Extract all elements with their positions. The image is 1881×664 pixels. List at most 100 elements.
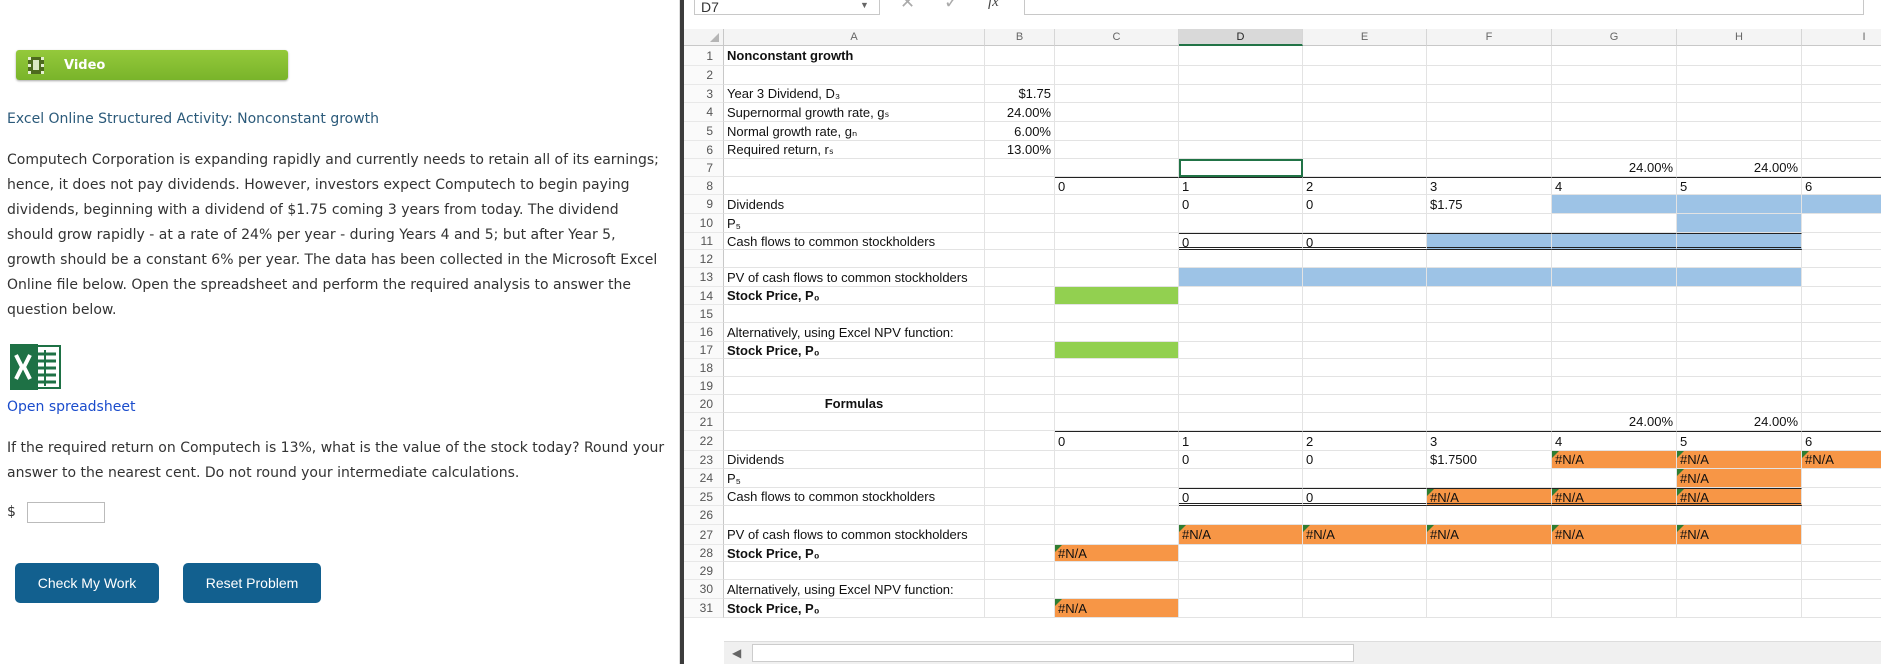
cell-e15[interactable] — [1303, 305, 1427, 323]
cell-g3[interactable] — [1552, 85, 1677, 103]
cell-b4[interactable]: 24.00% — [985, 103, 1055, 122]
cell-e7[interactable] — [1303, 159, 1427, 177]
cell-e26[interactable] — [1303, 506, 1427, 525]
column-header-a[interactable]: A — [724, 29, 985, 46]
cell-d14[interactable] — [1179, 287, 1303, 305]
cell-e17[interactable] — [1303, 342, 1427, 359]
cell-i28[interactable] — [1802, 545, 1881, 562]
row-header-4[interactable]: 4 — [684, 103, 724, 122]
cell-h19[interactable] — [1677, 377, 1802, 395]
cell-b18[interactable] — [985, 359, 1055, 377]
cell-g26[interactable] — [1552, 506, 1677, 525]
cell-g9[interactable] — [1552, 195, 1677, 214]
cell-e25[interactable]: 0 — [1303, 488, 1427, 506]
cell-i18[interactable] — [1802, 359, 1881, 377]
cell-a27[interactable]: PV of cash flows to common stockholders — [724, 525, 985, 545]
cell-h13[interactable] — [1677, 268, 1802, 287]
cell-e1[interactable] — [1303, 46, 1427, 66]
cell-c8[interactable]: 0 — [1055, 177, 1179, 195]
row-header-16[interactable]: 16 — [684, 323, 724, 342]
column-header-g[interactable]: G — [1552, 29, 1677, 46]
column-header-c[interactable]: C — [1055, 29, 1179, 46]
cell-e3[interactable] — [1303, 85, 1427, 103]
cell-a5[interactable]: Normal growth rate, gₙ — [724, 122, 985, 141]
cell-a18[interactable] — [724, 359, 985, 377]
cell-c14[interactable] — [1055, 287, 1179, 305]
cell-b17[interactable] — [985, 342, 1055, 359]
cell-h29[interactable] — [1677, 562, 1802, 580]
cell-i20[interactable] — [1802, 395, 1881, 413]
cell-b9[interactable] — [985, 195, 1055, 214]
cell-a8[interactable] — [724, 177, 985, 195]
row-header-1[interactable]: 1 — [684, 46, 724, 66]
cell-e16[interactable] — [1303, 323, 1427, 342]
cell-d29[interactable] — [1179, 562, 1303, 580]
cell-i14[interactable] — [1802, 287, 1881, 305]
cell-a4[interactable]: Supernormal growth rate, gₛ — [724, 103, 985, 122]
cell-c30[interactable] — [1055, 580, 1179, 599]
check-icon[interactable]: ✓ — [944, 0, 959, 13]
cell-g24[interactable] — [1552, 469, 1677, 488]
select-all-corner[interactable] — [684, 29, 724, 46]
cell-c24[interactable] — [1055, 469, 1179, 488]
cell-g27[interactable]: #N/A — [1552, 525, 1677, 545]
cell-f17[interactable] — [1427, 342, 1552, 359]
cell-a25[interactable]: Cash flows to common stockholders — [724, 488, 985, 506]
cell-b25[interactable] — [985, 488, 1055, 506]
cell-g22[interactable]: 4 — [1552, 431, 1677, 451]
cell-i22[interactable]: 6 — [1802, 431, 1881, 451]
cell-a6[interactable]: Required return, rₛ — [724, 141, 985, 159]
cell-c19[interactable] — [1055, 377, 1179, 395]
cell-f16[interactable] — [1427, 323, 1552, 342]
cell-e11[interactable]: 0 — [1303, 233, 1427, 250]
column-header-e[interactable]: E — [1303, 29, 1427, 46]
cell-f28[interactable] — [1427, 545, 1552, 562]
cell-c21[interactable] — [1055, 413, 1179, 431]
row-header-10[interactable]: 10 — [684, 214, 724, 233]
cell-d22[interactable]: 1 — [1179, 431, 1303, 451]
row-header-28[interactable]: 28 — [684, 545, 724, 562]
cell-f29[interactable] — [1427, 562, 1552, 580]
horizontal-scrollbar[interactable]: ◀ — [724, 641, 1881, 664]
cell-b19[interactable] — [985, 377, 1055, 395]
video-button[interactable]: Video — [16, 50, 288, 80]
cell-a16[interactable]: Alternatively, using Excel NPV function: — [724, 323, 985, 342]
cell-a31[interactable]: Stock Price, P₀ — [724, 599, 985, 618]
cell-f24[interactable] — [1427, 469, 1552, 488]
cell-a26[interactable] — [724, 506, 985, 525]
cell-f1[interactable] — [1427, 46, 1552, 66]
cell-f23[interactable]: $1.7500 — [1427, 451, 1552, 469]
cell-i19[interactable] — [1802, 377, 1881, 395]
cell-h11[interactable] — [1677, 233, 1802, 250]
cell-b23[interactable] — [985, 451, 1055, 469]
cell-g15[interactable] — [1552, 305, 1677, 323]
scroll-thumb[interactable] — [752, 644, 1354, 662]
cell-d28[interactable] — [1179, 545, 1303, 562]
cell-g1[interactable] — [1552, 46, 1677, 66]
cell-h1[interactable] — [1677, 46, 1802, 66]
cell-a11[interactable]: Cash flows to common stockholders — [724, 233, 985, 250]
cell-b3[interactable]: $1.75 — [985, 85, 1055, 103]
cell-i26[interactable] — [1802, 506, 1881, 525]
cell-a12[interactable] — [724, 250, 985, 268]
cell-e28[interactable] — [1303, 545, 1427, 562]
cell-g23[interactable]: #N/A — [1552, 451, 1677, 469]
cell-e14[interactable] — [1303, 287, 1427, 305]
row-header-3[interactable]: 3 — [684, 85, 724, 103]
cell-h23[interactable]: #N/A — [1677, 451, 1802, 469]
cell-h22[interactable]: 5 — [1677, 431, 1802, 451]
cell-f15[interactable] — [1427, 305, 1552, 323]
cell-i29[interactable] — [1802, 562, 1881, 580]
cell-b20[interactable] — [985, 395, 1055, 413]
cell-d21[interactable] — [1179, 413, 1303, 431]
row-header-26[interactable]: 26 — [684, 506, 724, 525]
cell-d3[interactable] — [1179, 85, 1303, 103]
cell-c3[interactable] — [1055, 85, 1179, 103]
cell-f3[interactable] — [1427, 85, 1552, 103]
cell-g11[interactable] — [1552, 233, 1677, 250]
cell-h26[interactable] — [1677, 506, 1802, 525]
cell-g21[interactable]: 24.00% — [1552, 413, 1677, 431]
cell-e13[interactable] — [1303, 268, 1427, 287]
column-header-b[interactable]: B — [985, 29, 1055, 46]
cell-e6[interactable] — [1303, 141, 1427, 159]
